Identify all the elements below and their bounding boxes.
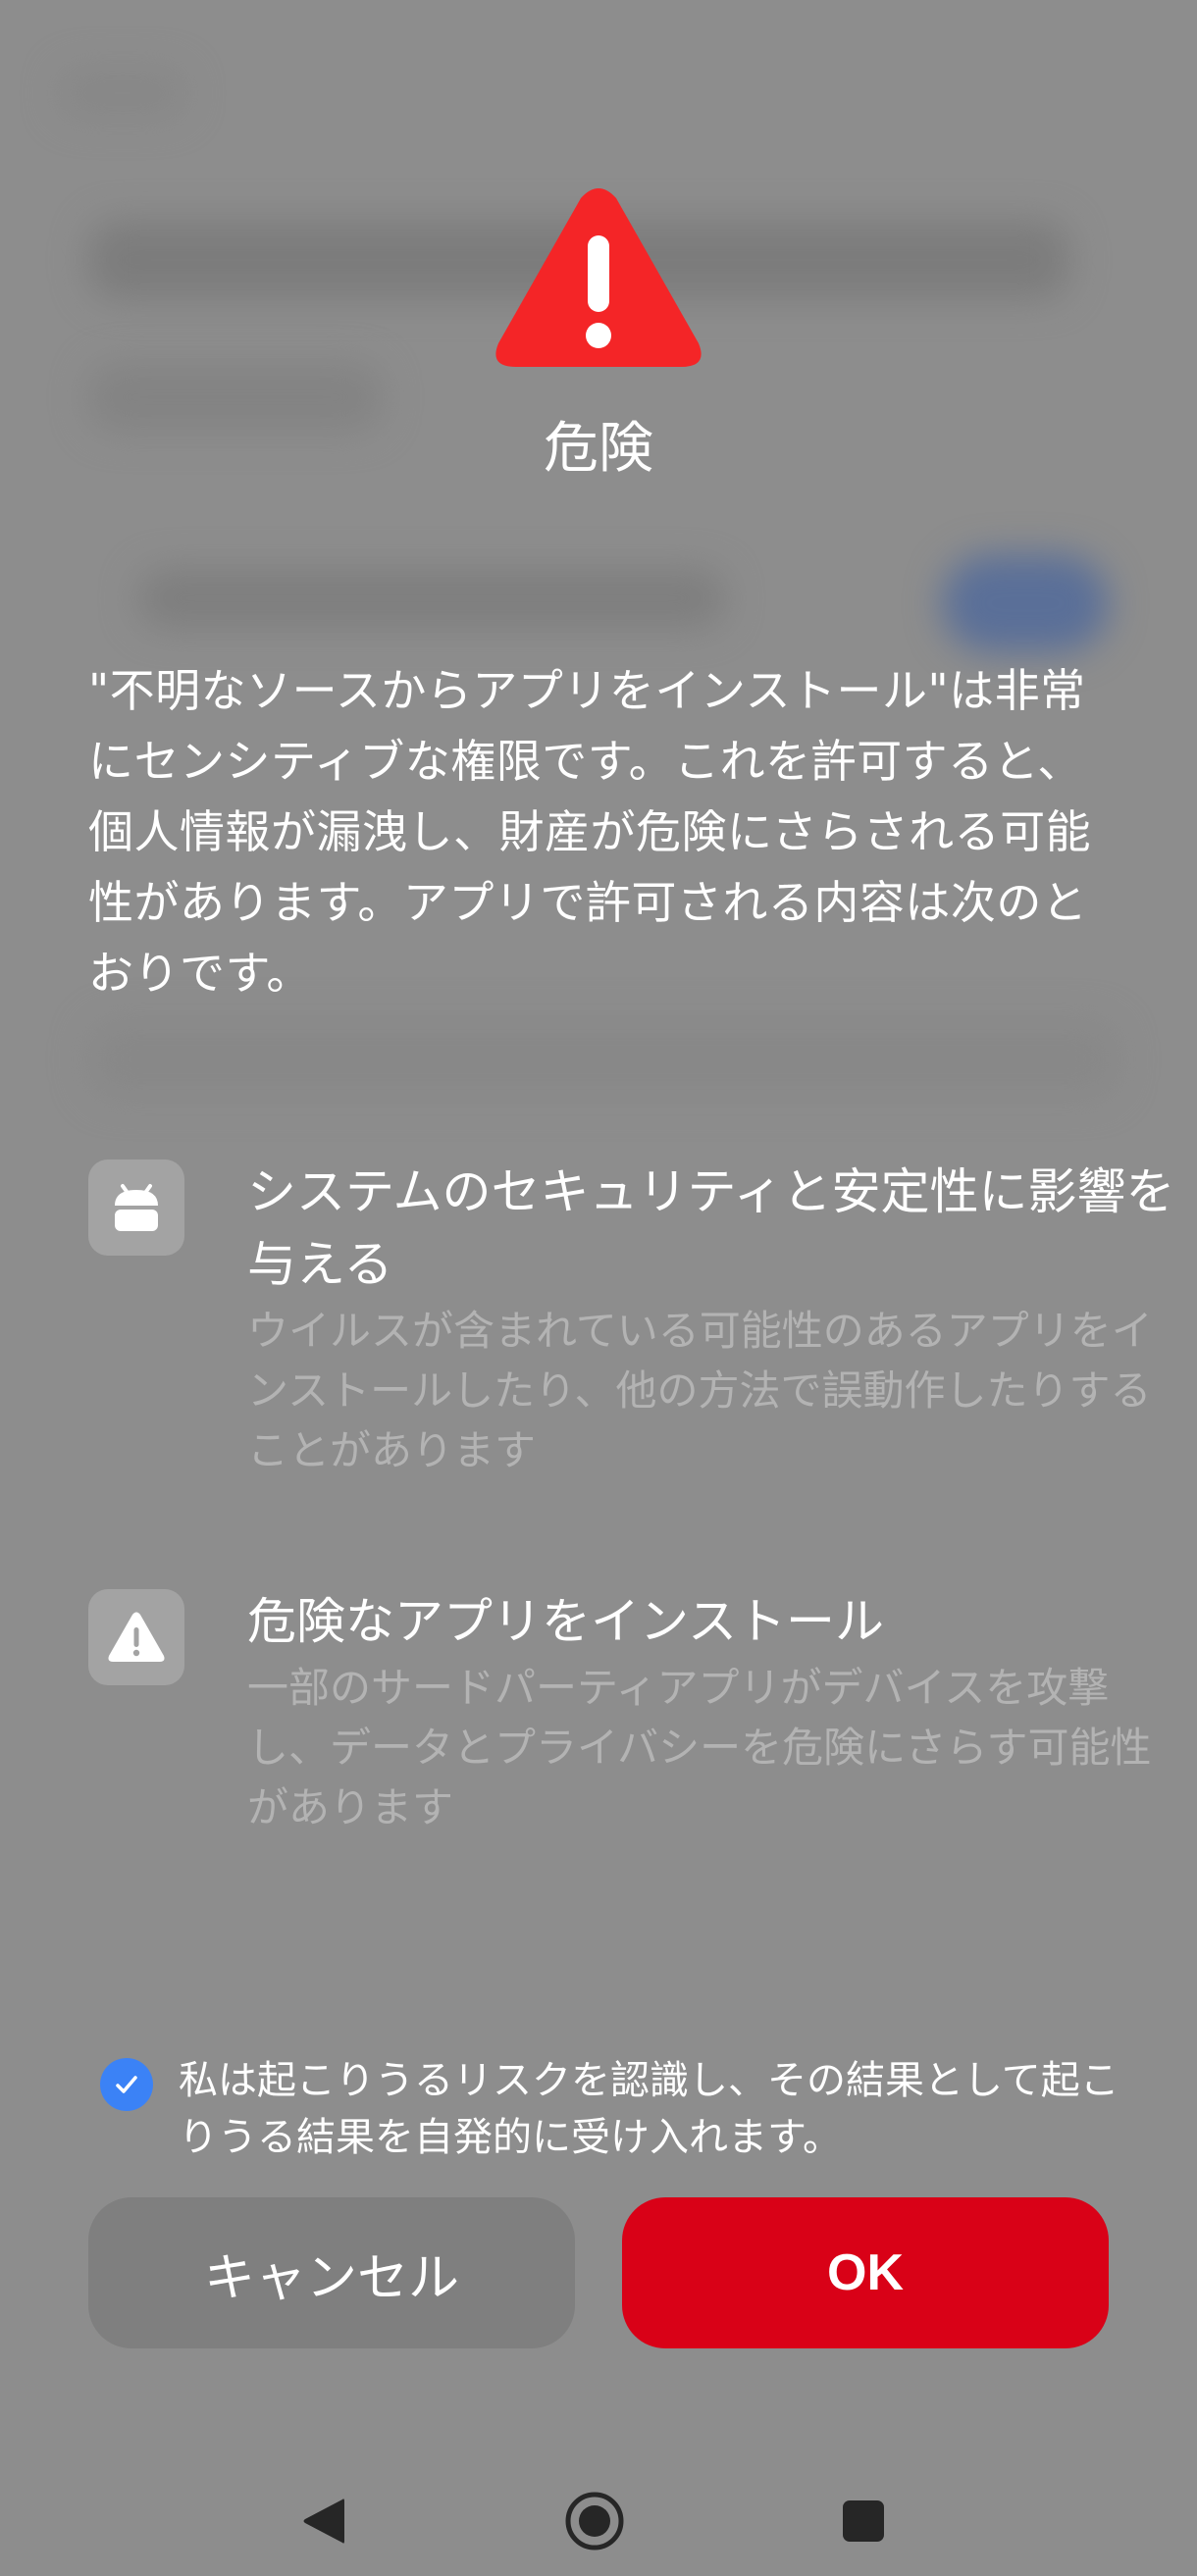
checkmark-icon (116, 2076, 137, 2093)
android-icon (88, 1159, 184, 1256)
home-circle-icon[interactable] (555, 2482, 634, 2560)
back-triangle-icon[interactable] (285, 2482, 363, 2560)
blurred-background-setting-label (137, 569, 726, 628)
ok-button[interactable]: OK (622, 2197, 1109, 2348)
navigation-bar (0, 2443, 1197, 2570)
consent-checkbox[interactable] (100, 2058, 153, 2111)
blurred-background-back-button (59, 69, 186, 118)
permission-title: 危険なアプリをインストール (247, 1593, 884, 1650)
risk-consent-row[interactable]: 私は起こりうるリスクを認識し、その結果として起こりうる結果を自発的に受け入れます… (100, 2052, 1120, 2170)
screen: 危険 "不明なソースからアプリをインストール"は非常にセンシティブな権限です。こ… (0, 0, 1197, 2576)
cancel-button[interactable]: キャンセル (88, 2197, 575, 2348)
blurred-background-footnote (88, 1020, 1119, 1099)
consent-label: 私は起こりうるリスクを認識し、その結果として起こりうる結果を自発的に受け入れます… (179, 2058, 1119, 2160)
warning-icon (88, 1589, 184, 1685)
dialog-title: 危険 (544, 417, 653, 481)
blurred-background-toggle (942, 554, 1109, 652)
permission-subtitle: ウイルスが含まれている可能性のあるアプリをインストールしたり、他の方法で誤動作し… (247, 1307, 1153, 1474)
permission-title: システムのセキュリティと安定性に影響を与える (247, 1163, 1175, 1293)
recents-square-icon[interactable] (824, 2482, 903, 2560)
permission-text: 危険なアプリをインストール 一部のサードパーティアプリがデバイスを攻撃し、データ… (247, 1585, 1179, 1837)
warning-triangle-icon (495, 188, 702, 367)
permission-subtitle: 一部のサードパーティアプリがデバイスを攻撃し、データとプライバシーを危険にさらす… (247, 1664, 1152, 1831)
dialog-description: "不明なソースからアプリをインストール"は非常にセンシティブな権限です。これを許… (88, 664, 1092, 1000)
permission-text: システムのセキュリティと安定性に影響を与える ウイルスが含まれている可能性のある… (247, 1156, 1179, 1480)
